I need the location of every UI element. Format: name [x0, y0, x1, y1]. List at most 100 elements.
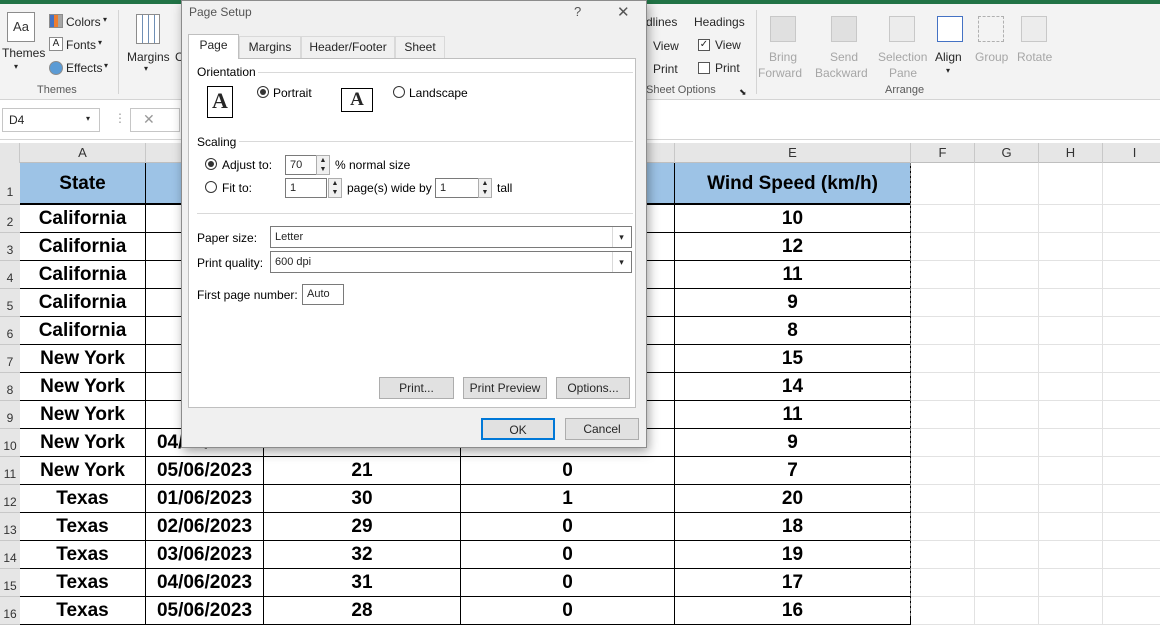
table-cell[interactable]: 0: [461, 541, 675, 569]
empty-cell[interactable]: [1103, 597, 1160, 625]
empty-cell[interactable]: [975, 485, 1039, 513]
row-header[interactable]: 10: [0, 429, 20, 457]
empty-cell[interactable]: [911, 233, 975, 261]
table-cell[interactable]: Texas: [20, 569, 146, 597]
empty-cell[interactable]: [911, 513, 975, 541]
ok-button[interactable]: OK: [481, 418, 555, 440]
table-cell[interactable]: 7: [675, 457, 911, 485]
table-cell[interactable]: 21: [264, 457, 461, 485]
row-header[interactable]: 15: [0, 569, 20, 597]
options-button[interactable]: Options...: [556, 377, 630, 399]
tab-margins[interactable]: Margins: [239, 36, 301, 58]
empty-cell[interactable]: [911, 401, 975, 429]
portrait-radio[interactable]: [257, 86, 269, 98]
table-cell[interactable]: 01/06/2023: [146, 485, 264, 513]
empty-cell[interactable]: [1039, 597, 1103, 625]
empty-cell[interactable]: [1103, 429, 1160, 457]
column-header[interactable]: I: [1103, 143, 1160, 163]
adjust-to-spinner[interactable]: ▲ ▼: [316, 155, 330, 175]
table-cell[interactable]: Texas: [20, 513, 146, 541]
empty-cell[interactable]: [1103, 541, 1160, 569]
empty-cell[interactable]: [1103, 485, 1160, 513]
portrait-label[interactable]: Portrait: [273, 86, 312, 100]
empty-cell[interactable]: [1039, 485, 1103, 513]
row-header[interactable]: 6: [0, 317, 20, 345]
table-cell[interactable]: Texas: [20, 485, 146, 513]
colors-dropdown-icon[interactable]: ▾: [103, 15, 107, 24]
themes-icon[interactable]: Aa: [7, 12, 35, 42]
empty-cell[interactable]: [1103, 163, 1160, 205]
empty-cell[interactable]: [1039, 261, 1103, 289]
select-all-corner[interactable]: [0, 143, 20, 163]
gridlines-print-label[interactable]: Print: [653, 62, 678, 76]
margins-icon[interactable]: [136, 14, 160, 44]
empty-cell[interactable]: [975, 205, 1039, 233]
bring-forward-label-2[interactable]: Forward: [758, 66, 802, 80]
empty-cell[interactable]: [911, 457, 975, 485]
empty-cell[interactable]: [1103, 569, 1160, 597]
landscape-radio[interactable]: [393, 86, 405, 98]
table-cell[interactable]: 0: [461, 597, 675, 625]
effects-dropdown-icon[interactable]: ▾: [104, 61, 108, 70]
table-cell[interactable]: 14: [675, 373, 911, 401]
fit-to-radio[interactable]: [205, 181, 217, 193]
empty-cell[interactable]: [1103, 345, 1160, 373]
empty-cell[interactable]: [911, 317, 975, 345]
empty-cell[interactable]: [975, 233, 1039, 261]
tab-sheet[interactable]: Sheet: [395, 36, 445, 58]
empty-cell[interactable]: [911, 373, 975, 401]
tab-header-footer[interactable]: Header/Footer: [301, 36, 395, 58]
table-cell[interactable]: 19: [675, 541, 911, 569]
table-cell[interactable]: California: [20, 289, 146, 317]
empty-cell[interactable]: [975, 317, 1039, 345]
empty-cell[interactable]: [975, 429, 1039, 457]
align-button[interactable]: Align: [935, 50, 962, 64]
margins-dropdown-icon[interactable]: ▾: [144, 64, 148, 73]
empty-cell[interactable]: [975, 597, 1039, 625]
table-header-cell[interactable]: Wind Speed (km/h): [675, 163, 911, 205]
cancel-entry-icon[interactable]: ✕: [130, 108, 180, 132]
row-header[interactable]: 9: [0, 401, 20, 429]
empty-cell[interactable]: [975, 289, 1039, 317]
empty-cell[interactable]: [1103, 513, 1160, 541]
fit-to-label[interactable]: Fit to:: [222, 181, 252, 195]
table-cell[interactable]: Texas: [20, 597, 146, 625]
row-header[interactable]: 11: [0, 457, 20, 485]
table-cell[interactable]: 05/06/2023: [146, 457, 264, 485]
empty-cell[interactable]: [1039, 345, 1103, 373]
empty-cell[interactable]: [911, 261, 975, 289]
empty-cell[interactable]: [975, 163, 1039, 205]
row-header[interactable]: 2: [0, 205, 20, 233]
table-cell[interactable]: 10: [675, 205, 911, 233]
empty-cell[interactable]: [1039, 317, 1103, 345]
fonts-button[interactable]: Fonts: [66, 38, 96, 52]
empty-cell[interactable]: [975, 373, 1039, 401]
empty-cell[interactable]: [911, 485, 975, 513]
table-cell[interactable]: Texas: [20, 541, 146, 569]
column-header[interactable]: A: [20, 143, 146, 163]
column-header[interactable]: F: [911, 143, 975, 163]
row-header[interactable]: 16: [0, 597, 20, 625]
empty-cell[interactable]: [911, 541, 975, 569]
table-cell[interactable]: 17: [675, 569, 911, 597]
table-cell[interactable]: 02/06/2023: [146, 513, 264, 541]
print-quality-select[interactable]: 600 dpi: [270, 251, 632, 273]
landscape-label[interactable]: Landscape: [409, 86, 468, 100]
empty-cell[interactable]: [1039, 205, 1103, 233]
empty-cell[interactable]: [911, 163, 975, 205]
close-icon[interactable]: ✕: [617, 3, 630, 21]
table-cell[interactable]: 0: [461, 513, 675, 541]
column-header[interactable]: H: [1039, 143, 1103, 163]
table-cell[interactable]: 1: [461, 485, 675, 513]
empty-cell[interactable]: [1103, 233, 1160, 261]
headings-view-label[interactable]: View: [715, 38, 741, 52]
empty-cell[interactable]: [911, 289, 975, 317]
print-button[interactable]: Print...: [379, 377, 454, 399]
empty-cell[interactable]: [1103, 317, 1160, 345]
empty-cell[interactable]: [1039, 373, 1103, 401]
selection-pane-label-2[interactable]: Pane: [889, 66, 917, 80]
table-cell[interactable]: New York: [20, 457, 146, 485]
empty-cell[interactable]: [1103, 261, 1160, 289]
row-header[interactable]: 14: [0, 541, 20, 569]
empty-cell[interactable]: [1039, 569, 1103, 597]
